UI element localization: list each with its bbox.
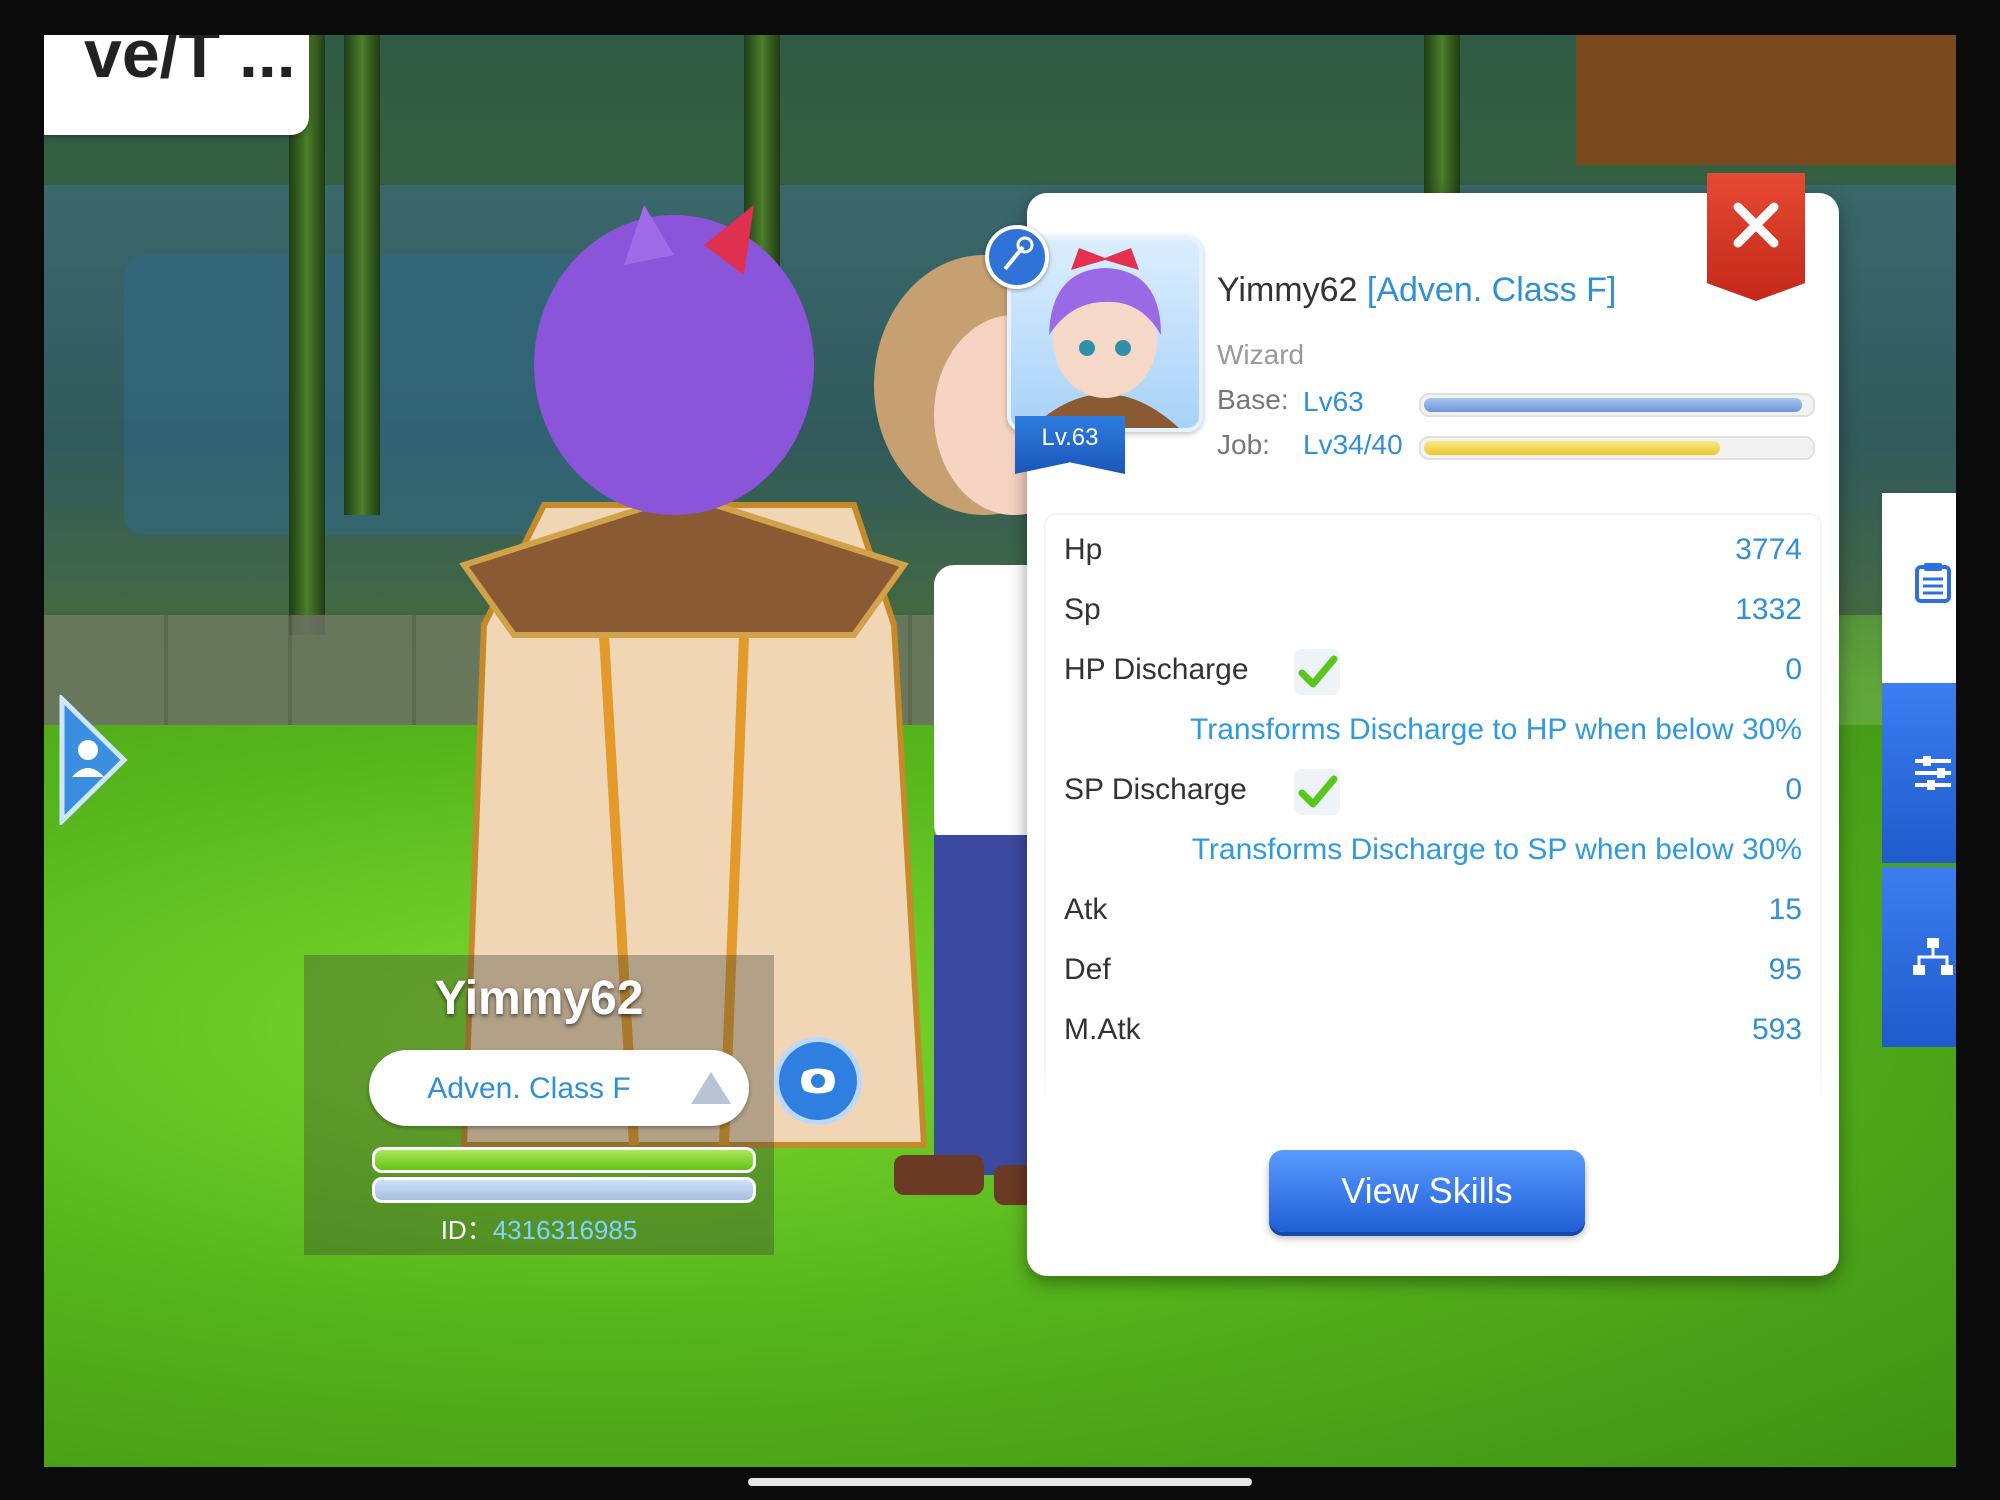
view-skills-button[interactable]: View Skills xyxy=(1269,1150,1585,1232)
job-exp-fill xyxy=(1424,441,1720,455)
checkmark-icon xyxy=(1298,655,1338,688)
player-nameplate: Yimmy62 Adven. Class F ID：4316316985 xyxy=(304,955,774,1255)
stat-row-sp-discharge: SP Discharge 0 xyxy=(1064,767,1802,817)
stat-row-atk: Atk 15 xyxy=(1064,887,1802,937)
player-name: Yimmy62 xyxy=(434,972,644,1025)
chat-bubble-text: ve/T ... xyxy=(84,35,296,92)
hp-bar xyxy=(372,1147,756,1173)
stat-label: HP Discharge xyxy=(1064,653,1249,686)
profile-job: Wizard xyxy=(1217,339,1305,370)
stat-row-hp-discharge: HP Discharge 0 xyxy=(1064,647,1802,697)
base-level-value: Lv63 xyxy=(1303,386,1364,417)
sp-discharge-note: Transforms Discharge to SP when below 30… xyxy=(1191,833,1802,866)
close-button[interactable] xyxy=(1707,173,1805,301)
eye-button[interactable] xyxy=(779,1042,857,1120)
stat-label: Hp xyxy=(1064,533,1103,566)
tab-attributes[interactable] xyxy=(1882,493,1956,683)
hp-discharge-checkbox[interactable] xyxy=(1294,649,1340,695)
eye-icon xyxy=(791,1063,845,1099)
stat-value: 95 xyxy=(1768,953,1802,986)
stat-row-hp: Hp 3774 xyxy=(1064,527,1802,577)
wizard-staff-icon xyxy=(1003,236,1034,271)
stat-label: Atk xyxy=(1064,893,1108,926)
sp-bar xyxy=(372,1177,756,1203)
player-id: ID：4316316985 xyxy=(304,1210,774,1247)
background-roof xyxy=(1576,35,1956,165)
sliders-icon xyxy=(1915,756,1951,790)
stat-row-sp: Sp 1332 xyxy=(1064,587,1802,637)
base-exp-bar xyxy=(1419,393,1815,417)
stat-value: 0 xyxy=(1785,653,1802,686)
stat-row-def: Def 95 xyxy=(1064,947,1802,997)
level-badge: Lv.63 xyxy=(1015,416,1125,474)
job-class-badge xyxy=(985,225,1049,289)
player-id-value: 4316316985 xyxy=(492,1215,638,1245)
job-level-label: Job: xyxy=(1217,429,1270,460)
guild-class-label: Adven. Class F xyxy=(427,1072,631,1105)
checkmark-icon xyxy=(1298,775,1338,808)
job-level-value: Lv34/40 xyxy=(1303,429,1403,460)
stat-value: 3774 xyxy=(1735,533,1802,566)
stat-value: 0 xyxy=(1785,773,1802,806)
player-id-label: ID： xyxy=(440,1215,493,1245)
stat-row-matk: M.Atk 593 xyxy=(1064,1007,1802,1057)
expand-side-panel-button[interactable] xyxy=(58,693,128,827)
hp-discharge-note: Transforms Discharge to HP when below 30… xyxy=(1190,713,1802,746)
triangle-up-icon xyxy=(691,1072,731,1104)
stats-list[interactable]: Hp 3774 Sp 1332 HP Discharge 0 Transform… xyxy=(1044,513,1822,1103)
friend-arrow-icon xyxy=(59,693,128,827)
stat-label: Sp xyxy=(1064,593,1101,626)
stat-value: 593 xyxy=(1751,1013,1802,1046)
clipboard-icon xyxy=(1915,563,1951,603)
job-exp-bar xyxy=(1419,436,1815,460)
profile-name-text: Yimmy62 xyxy=(1217,271,1358,309)
stat-value: 15 xyxy=(1768,893,1802,926)
bamboo-stalk xyxy=(344,35,380,515)
tab-hierarchy[interactable] xyxy=(1882,867,1956,1047)
hierarchy-icon xyxy=(1913,938,1953,975)
guild-class-pill[interactable]: Adven. Class F xyxy=(369,1050,749,1126)
base-exp-fill xyxy=(1424,398,1803,412)
base-level-label: Base: xyxy=(1217,384,1289,415)
scroll-fade xyxy=(1044,1063,1822,1103)
stat-label: M.Atk xyxy=(1064,1013,1141,1046)
profile-class-tag: [Adven. Class F] xyxy=(1366,271,1617,309)
profile-name: Yimmy62 [Adven. Class F] xyxy=(1217,271,1616,310)
player-profile-dialog: Lv.63 Yimmy62 [Adven. Class F] Wizard Ba… xyxy=(985,173,1839,1276)
stat-label: Def xyxy=(1064,953,1111,986)
home-indicator[interactable] xyxy=(748,1478,1252,1486)
tab-settings[interactable] xyxy=(1882,683,1956,863)
sp-discharge-checkbox[interactable] xyxy=(1294,769,1340,815)
device-frame: ve/T ... Yimmy62 Adven. Class F ID：43163… xyxy=(0,0,2000,1500)
stat-label: SP Discharge xyxy=(1064,773,1247,806)
chat-bubble[interactable]: ve/T ... xyxy=(44,35,309,135)
close-icon xyxy=(1733,202,1779,248)
stat-value: 1332 xyxy=(1735,593,1802,626)
